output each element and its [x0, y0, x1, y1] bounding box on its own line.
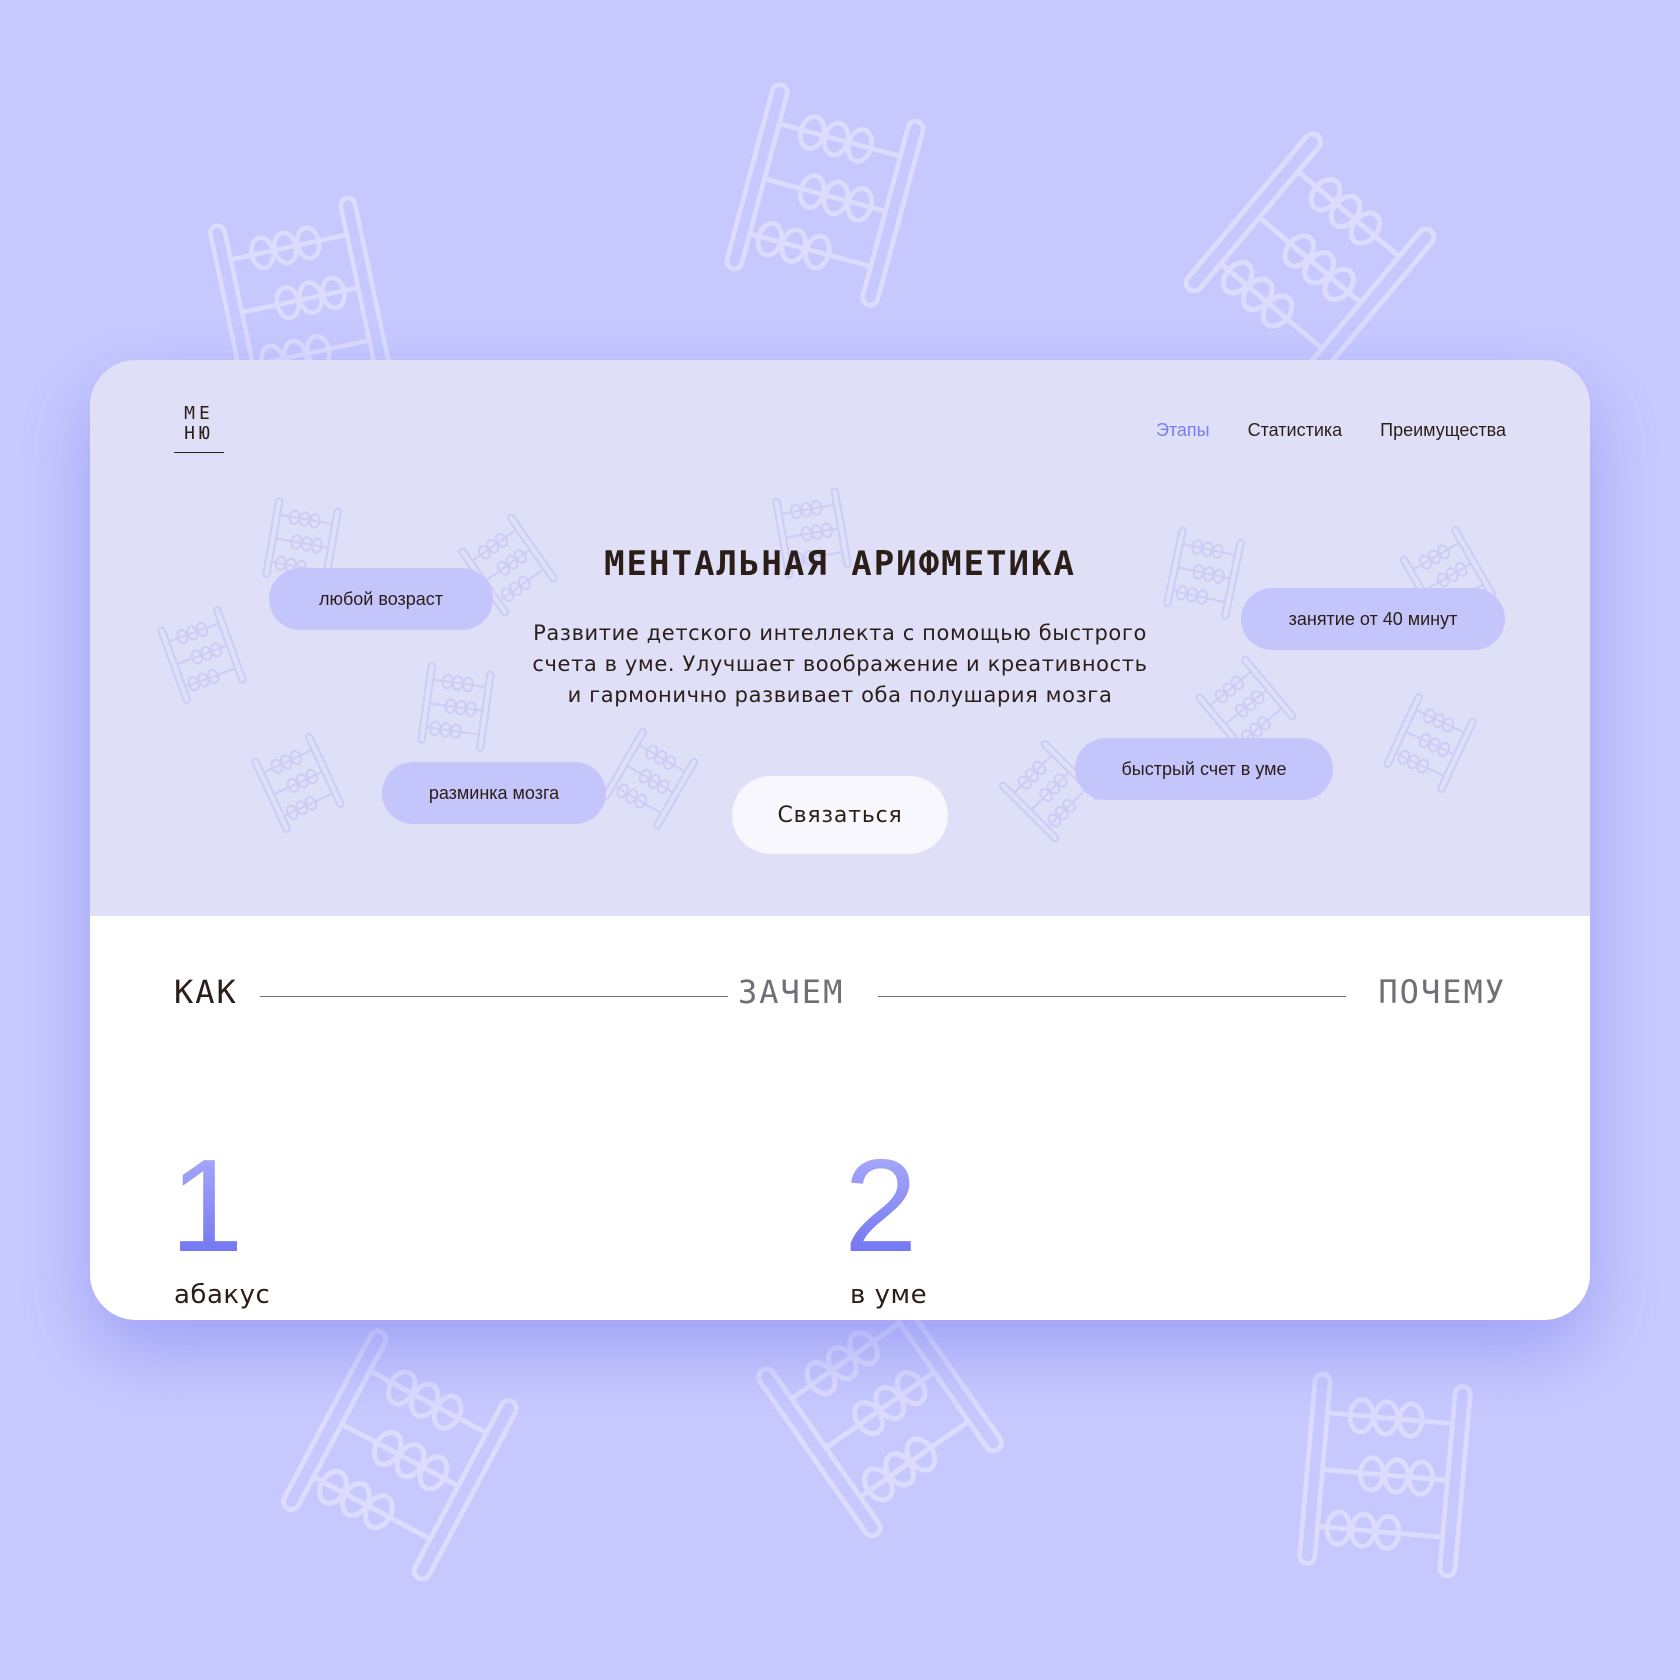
menu-logo-button[interactable]: МЕ НЮ [174, 404, 224, 453]
abacus-icon [1281, 1362, 1489, 1588]
abacus-icon [258, 1307, 543, 1604]
step-label-abacus: абакус [174, 1280, 271, 1310]
step-label-mental: в уме [850, 1280, 928, 1310]
logo-line-1: МЕ [184, 403, 214, 424]
section-tabs: КАК ЗАЧЕМ ПОЧЕМУ [174, 972, 1506, 1012]
abacus-icon [410, 657, 502, 757]
tag-brain-warmup: разминка мозга [382, 762, 606, 824]
tab-reason[interactable]: ПОЧЕМУ [1378, 972, 1506, 1012]
abacus-icon [243, 725, 354, 840]
nav-link-stages[interactable]: Этапы [1156, 420, 1210, 441]
step-number-1: 1 [170, 1132, 244, 1279]
tab-why[interactable]: ЗАЧЕМ [738, 972, 844, 1012]
tag-lesson-duration: занятие от 40 минут [1241, 588, 1505, 650]
logo-line-2: НЮ [184, 423, 214, 444]
abacus-icon [593, 720, 707, 838]
top-nav: Этапы Статистика Преимущества [1156, 420, 1506, 441]
step-number-2: 2 [844, 1132, 918, 1279]
hero-description: Развитие детского интеллекта с помощью б… [532, 621, 1148, 707]
nav-link-advantages[interactable]: Преимущества [1380, 420, 1506, 441]
contact-button[interactable]: Связаться [732, 776, 948, 854]
abacus-icon [1375, 685, 1486, 800]
tab-how[interactable]: КАК [174, 972, 238, 1012]
tab-divider [878, 996, 1346, 997]
tag-mental-counting: быстрый счет в уме [1075, 738, 1333, 800]
abacus-icon [149, 599, 255, 711]
abacus-icon [706, 69, 944, 321]
hero-section: МЕ НЮ Этапы Статистика Преимущества МЕНТ… [90, 360, 1590, 916]
tag-any-age: любой возраст [269, 568, 493, 630]
landing-card: МЕ НЮ Этапы Статистика Преимущества МЕНТ… [90, 360, 1590, 1320]
nav-link-statistics[interactable]: Статистика [1248, 420, 1343, 441]
tab-divider [260, 996, 728, 997]
